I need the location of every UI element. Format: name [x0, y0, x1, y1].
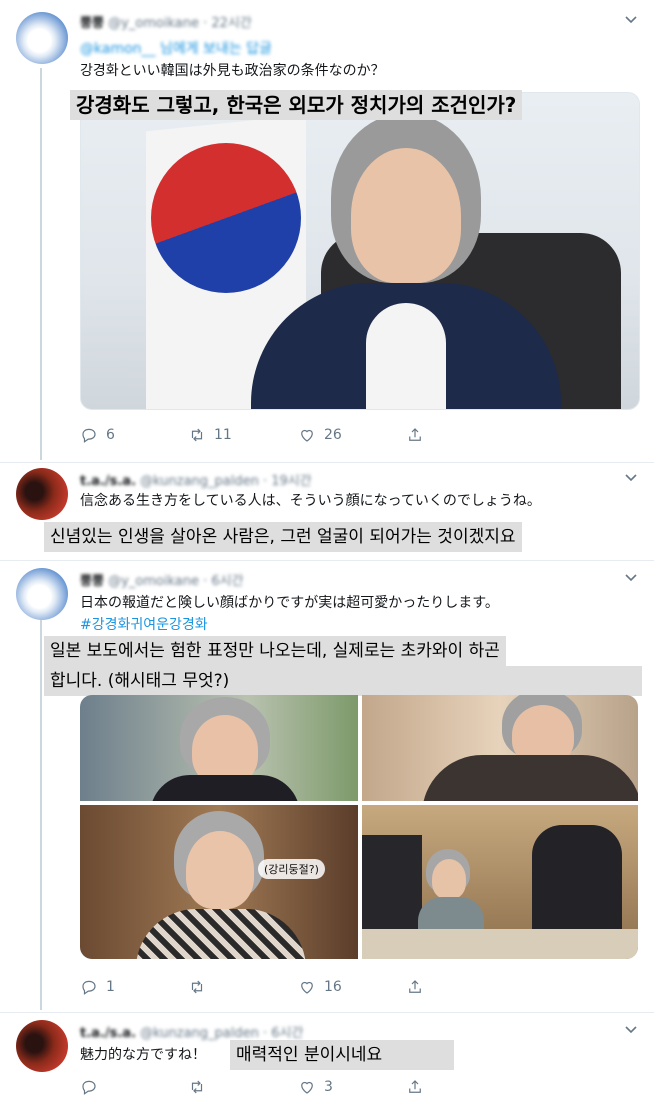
retweet-icon: [191, 980, 203, 994]
translation-caption: 강경화도 그렇고, 한국은 외모가 정치가의 조건인가?: [70, 90, 523, 120]
grid-photo-1[interactable]: [80, 695, 358, 801]
retweet-button[interactable]: [188, 1078, 214, 1096]
retweet-button[interactable]: [188, 978, 214, 996]
grid-photo-2[interactable]: [362, 695, 638, 801]
tweet-text: 魅力的な方ですね！: [80, 1047, 206, 1063]
person-suit: [150, 775, 300, 801]
tweet-actions: 1 16: [80, 978, 440, 1000]
table: [362, 929, 638, 959]
like-button[interactable]: 26: [298, 426, 342, 444]
retweet-icon: [191, 1080, 203, 1094]
reply-icon: [82, 1080, 96, 1095]
heart-icon: [301, 429, 313, 442]
chevron-down-icon[interactable]: [624, 1022, 638, 1040]
tweet-header: 뿡뿡 @y_omoikane · 22시간: [80, 12, 252, 31]
timestamp[interactable]: · 19시간: [263, 474, 312, 489]
chevron-down-icon[interactable]: [624, 570, 638, 588]
photo-grid: (강리둥절?): [80, 695, 638, 959]
translation-caption-line1: 일본 보도에서는 험한 표정만 나오는데, 실제로는 초카와이 하곤: [44, 636, 506, 666]
translation-caption: 매력적인 분이시네요: [230, 1040, 454, 1070]
share-button[interactable]: [406, 978, 424, 996]
translation-caption-line2: 합니다. (해시태그 무엇?): [44, 666, 642, 696]
chevron-down-icon[interactable]: [624, 470, 638, 488]
reply-icon: [82, 428, 96, 443]
avatar[interactable]: [16, 12, 68, 64]
reply-button[interactable]: 1: [80, 978, 115, 996]
grid-photo-4[interactable]: [362, 805, 638, 959]
display-name[interactable]: 뿡뿡: [80, 16, 104, 31]
like-button[interactable]: 3: [298, 1078, 333, 1096]
tweet-text: 信念ある生き方をしている人は、そういう顔になっていくのでしょうね。: [80, 493, 541, 509]
avatar[interactable]: [16, 468, 68, 520]
tweet-2[interactable]: t.a./s.a. @kunzang_palden · 19시간 信念ある生き方…: [0, 462, 654, 562]
tweet-text: 日本の報道だと険しい顔ばかりですが実は超可愛かったりします。: [80, 595, 499, 611]
translation-caption: 신념있는 인생을 살아온 사람은, 그런 얼굴이 되어가는 것이겠지요: [44, 522, 522, 552]
heart-icon: [301, 981, 313, 994]
handle[interactable]: @kunzang_palden: [140, 474, 259, 489]
like-count: 3: [324, 1079, 333, 1095]
tweet-3[interactable]: 뿡뿡 @y_omoikane · 6시간 日本の報道だと険しい顔ばかりですが実は…: [0, 560, 654, 1010]
grid-photo-3[interactable]: (강리둥절?): [80, 805, 358, 959]
reply-count: 1: [106, 979, 115, 995]
tweet-text: 강경화といい韓国は外見も政治家の条件なのか？: [80, 63, 385, 79]
share-icon: [409, 428, 421, 441]
retweet-button[interactable]: 11: [188, 426, 232, 444]
avatar[interactable]: [16, 1020, 68, 1072]
tweet-4[interactable]: t.a./s.a. @kunzang_palden · 6시간 魅力的な方ですね…: [0, 1012, 654, 1106]
hashtag-link[interactable]: #강경화귀여운강경화: [80, 614, 208, 634]
display-name[interactable]: t.a./s.a.: [80, 1026, 136, 1041]
share-button[interactable]: [406, 426, 424, 444]
handle[interactable]: @y_omoikane: [108, 16, 199, 31]
like-count: 26: [324, 427, 342, 443]
share-button[interactable]: [406, 1078, 424, 1096]
handle[interactable]: @kunzang_palden: [140, 1026, 259, 1041]
reply-button[interactable]: 6: [80, 426, 115, 444]
tweet-actions: 6 11 26: [80, 426, 440, 448]
chevron-down-icon[interactable]: [624, 12, 638, 30]
photo-label: (강리둥절?): [258, 859, 325, 879]
retweet-icon: [191, 428, 203, 442]
tweet-header: t.a./s.a. @kunzang_palden · 19시간: [80, 470, 312, 489]
person-shirt: [366, 303, 446, 409]
tweet-header: t.a./s.a. @kunzang_palden · 6시간: [80, 1022, 303, 1041]
like-count: 16: [324, 979, 342, 995]
taegeuk-symbol: [151, 143, 301, 293]
person-face: [351, 148, 461, 283]
person-suit: [136, 909, 306, 959]
reply-button[interactable]: [80, 1078, 106, 1096]
reply-to[interactable]: @kamon__ 님에게 보내는 답글: [80, 38, 272, 58]
tweet-photo[interactable]: [80, 92, 640, 410]
timestamp[interactable]: · 6시간: [203, 574, 243, 589]
heart-icon: [301, 1081, 313, 1094]
like-button[interactable]: 16: [298, 978, 342, 996]
person-face: [432, 859, 466, 899]
tweet-actions: 3: [80, 1078, 440, 1100]
display-name[interactable]: 뿡뿡: [80, 574, 104, 589]
avatar[interactable]: [16, 568, 68, 620]
reply-count: 6: [106, 427, 115, 443]
retweet-count: 11: [214, 427, 232, 443]
person-face: [186, 831, 254, 909]
timestamp[interactable]: · 22시간: [203, 16, 252, 31]
handle[interactable]: @y_omoikane: [108, 574, 199, 589]
timestamp[interactable]: · 6시간: [263, 1026, 303, 1041]
tweet-1[interactable]: 뿡뿡 @y_omoikane · 22시간 @kamon__ 님에게 보내는 답…: [0, 0, 654, 460]
share-icon: [409, 980, 421, 993]
reply-icon: [82, 980, 96, 995]
person-suit: [422, 755, 638, 801]
tweet-header: 뿡뿡 @y_omoikane · 6시간: [80, 570, 244, 589]
share-icon: [409, 1080, 421, 1093]
display-name[interactable]: t.a./s.a.: [80, 474, 136, 489]
